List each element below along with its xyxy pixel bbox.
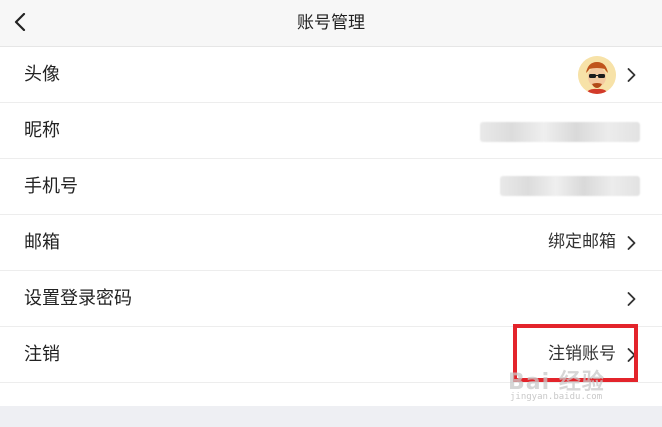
chevron-right-icon [624, 67, 638, 83]
row-avatar[interactable]: 头像 [0, 47, 662, 103]
footer-background [0, 406, 662, 427]
nickname-label: 昵称 [24, 120, 60, 141]
row-nickname[interactable]: 昵称 [0, 103, 662, 159]
email-label: 邮箱 [24, 232, 60, 253]
account-settings-list: 头像 昵称 手机号 邮箱 绑定邮箱 设置登录密码 注销 注销账号 [0, 47, 662, 383]
row-login-password[interactable]: 设置登录密码 [0, 271, 662, 327]
nickname-value-redacted [480, 122, 640, 142]
watermark-url: jingyan.baidu.com [510, 392, 603, 402]
avatar-image [578, 56, 616, 94]
row-deactivate[interactable]: 注销 注销账号 [0, 327, 662, 383]
chevron-right-icon [624, 235, 638, 251]
phone-label: 手机号 [24, 176, 78, 197]
page-title: 账号管理 [297, 13, 365, 33]
login-password-label: 设置登录密码 [24, 288, 132, 309]
deactivate-account-link[interactable]: 注销账号 [548, 327, 616, 382]
nav-bar: 账号管理 [0, 0, 662, 47]
deactivate-label: 注销 [24, 344, 60, 365]
avatar[interactable] [578, 56, 616, 94]
row-phone[interactable]: 手机号 [0, 159, 662, 215]
chevron-right-icon [624, 291, 638, 307]
email-value: 绑定邮箱 [548, 232, 616, 252]
row-email[interactable]: 邮箱 绑定邮箱 [0, 215, 662, 271]
chevron-right-icon [624, 347, 638, 363]
avatar-label: 头像 [24, 64, 60, 85]
phone-value-redacted [500, 176, 640, 196]
